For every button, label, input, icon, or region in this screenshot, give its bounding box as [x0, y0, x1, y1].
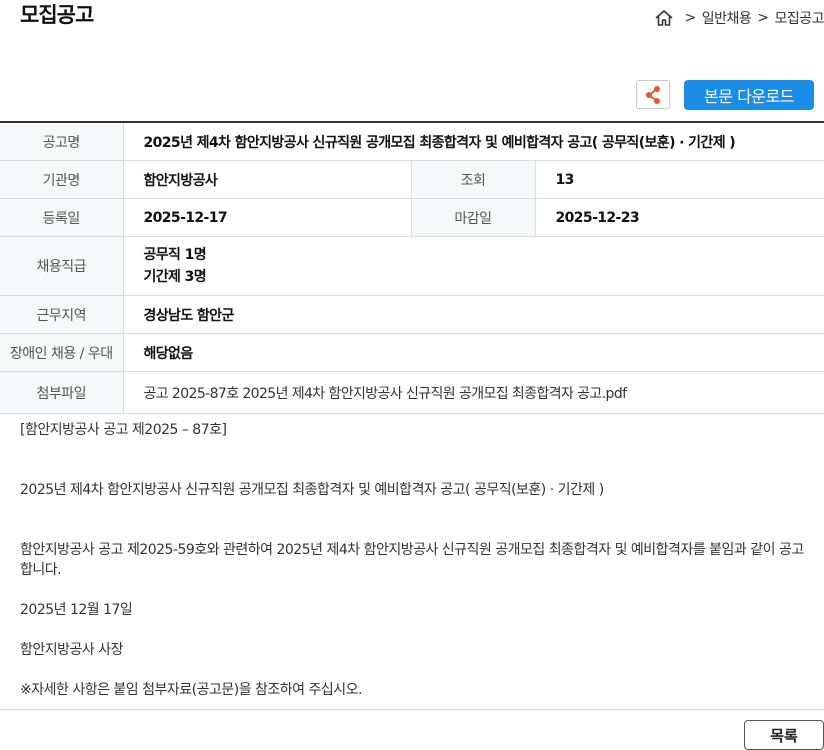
views-value: 13: [534, 160, 824, 199]
attachment-label: 첨부파일: [0, 371, 123, 414]
share-icon: [646, 85, 660, 104]
notice-number: [함안지방공사 공고 제2025 – 87호]: [20, 422, 227, 438]
deadline-value: 2025-12-23: [534, 198, 824, 237]
table-row: 첨부파일 공고 2025-87호 2025년 제4차 함안지방공사 신규직원 공…: [0, 371, 824, 414]
org-value: 함안지방공사: [122, 160, 411, 199]
disabled-value: 해당없음: [122, 333, 824, 372]
positions-value: 공무직 1명 기간제 3명: [122, 236, 824, 296]
notice-paragraph: 함안지방공사 공고 제2025-59호와 관련하여 2025년 제4차 함안지방…: [20, 542, 804, 578]
breadcrumb-separator: >: [684, 10, 696, 26]
org-label: 기관명: [0, 160, 123, 199]
breadcrumb-item-general-recruit[interactable]: 일반채용: [702, 8, 752, 28]
views-label: 조회: [410, 160, 535, 199]
notice-signer: 함안지방공사 사장: [20, 642, 124, 658]
position-item: 공무직 1명: [143, 247, 207, 263]
reg-date-label: 등록일: [0, 198, 123, 237]
disabled-label: 장애인 채용 / 우대: [0, 333, 123, 372]
region-label: 근무지역: [0, 295, 123, 334]
notice-body: [함안지방공사 공고 제2025 – 87호] 2025년 제4차 함안지방공사…: [20, 420, 810, 700]
table-row: 등록일 2025-12-17 마감일 2025-12-23: [0, 198, 824, 237]
region-value: 경상남도 함안군: [122, 295, 824, 334]
table-row: 장애인 채용 / 우대 해당없음: [0, 333, 824, 372]
breadcrumb-item-recruit-notice[interactable]: 모집공고: [774, 8, 824, 28]
position-item: 기간제 3명: [143, 269, 207, 285]
positions-label: 채용직급: [0, 236, 123, 296]
breadcrumb: > 일반채용 > 모집공고: [654, 8, 824, 28]
page-title: 모집공고: [20, 3, 94, 27]
title-label: 공고명: [0, 122, 123, 161]
notice-date: 2025년 12월 17일: [20, 602, 133, 618]
title-value: 2025년 제4차 함안지방공사 신규직원 공개모집 최종합격자 및 예비합격자…: [122, 122, 824, 161]
reg-date-value: 2025-12-17: [122, 198, 411, 237]
notice-info-table: 공고명 2025년 제4차 함안지방공사 신규직원 공개모집 최종합격자 및 예…: [0, 121, 824, 414]
table-row: 근무지역 경상남도 함안군: [0, 295, 824, 334]
divider: [0, 709, 824, 710]
share-button[interactable]: [636, 80, 670, 109]
home-icon[interactable]: [654, 8, 674, 28]
table-row: 공고명 2025년 제4차 함안지방공사 신규직원 공개모집 최종합격자 및 예…: [0, 122, 824, 161]
download-button[interactable]: 본문 다운로드: [684, 80, 814, 110]
list-button[interactable]: 목록: [744, 720, 824, 750]
deadline-label: 마감일: [410, 198, 535, 237]
table-row: 기관명 함안지방공사 조회 13: [0, 160, 824, 199]
breadcrumb-separator: >: [757, 10, 769, 26]
table-row: 채용직급 공무직 1명 기간제 3명: [0, 236, 824, 296]
notice-headline: 2025년 제4차 함안지방공사 신규직원 공개모집 최종합격자 및 예비합격자…: [20, 482, 604, 498]
notice-note: ※자세한 사항은 붙임 첨부자료(공고문)을 참조하여 주십시오.: [20, 682, 362, 698]
attachment-link[interactable]: 공고 2025-87호 2025년 제4차 함안지방공사 신규직원 공개모집 최…: [122, 371, 824, 414]
